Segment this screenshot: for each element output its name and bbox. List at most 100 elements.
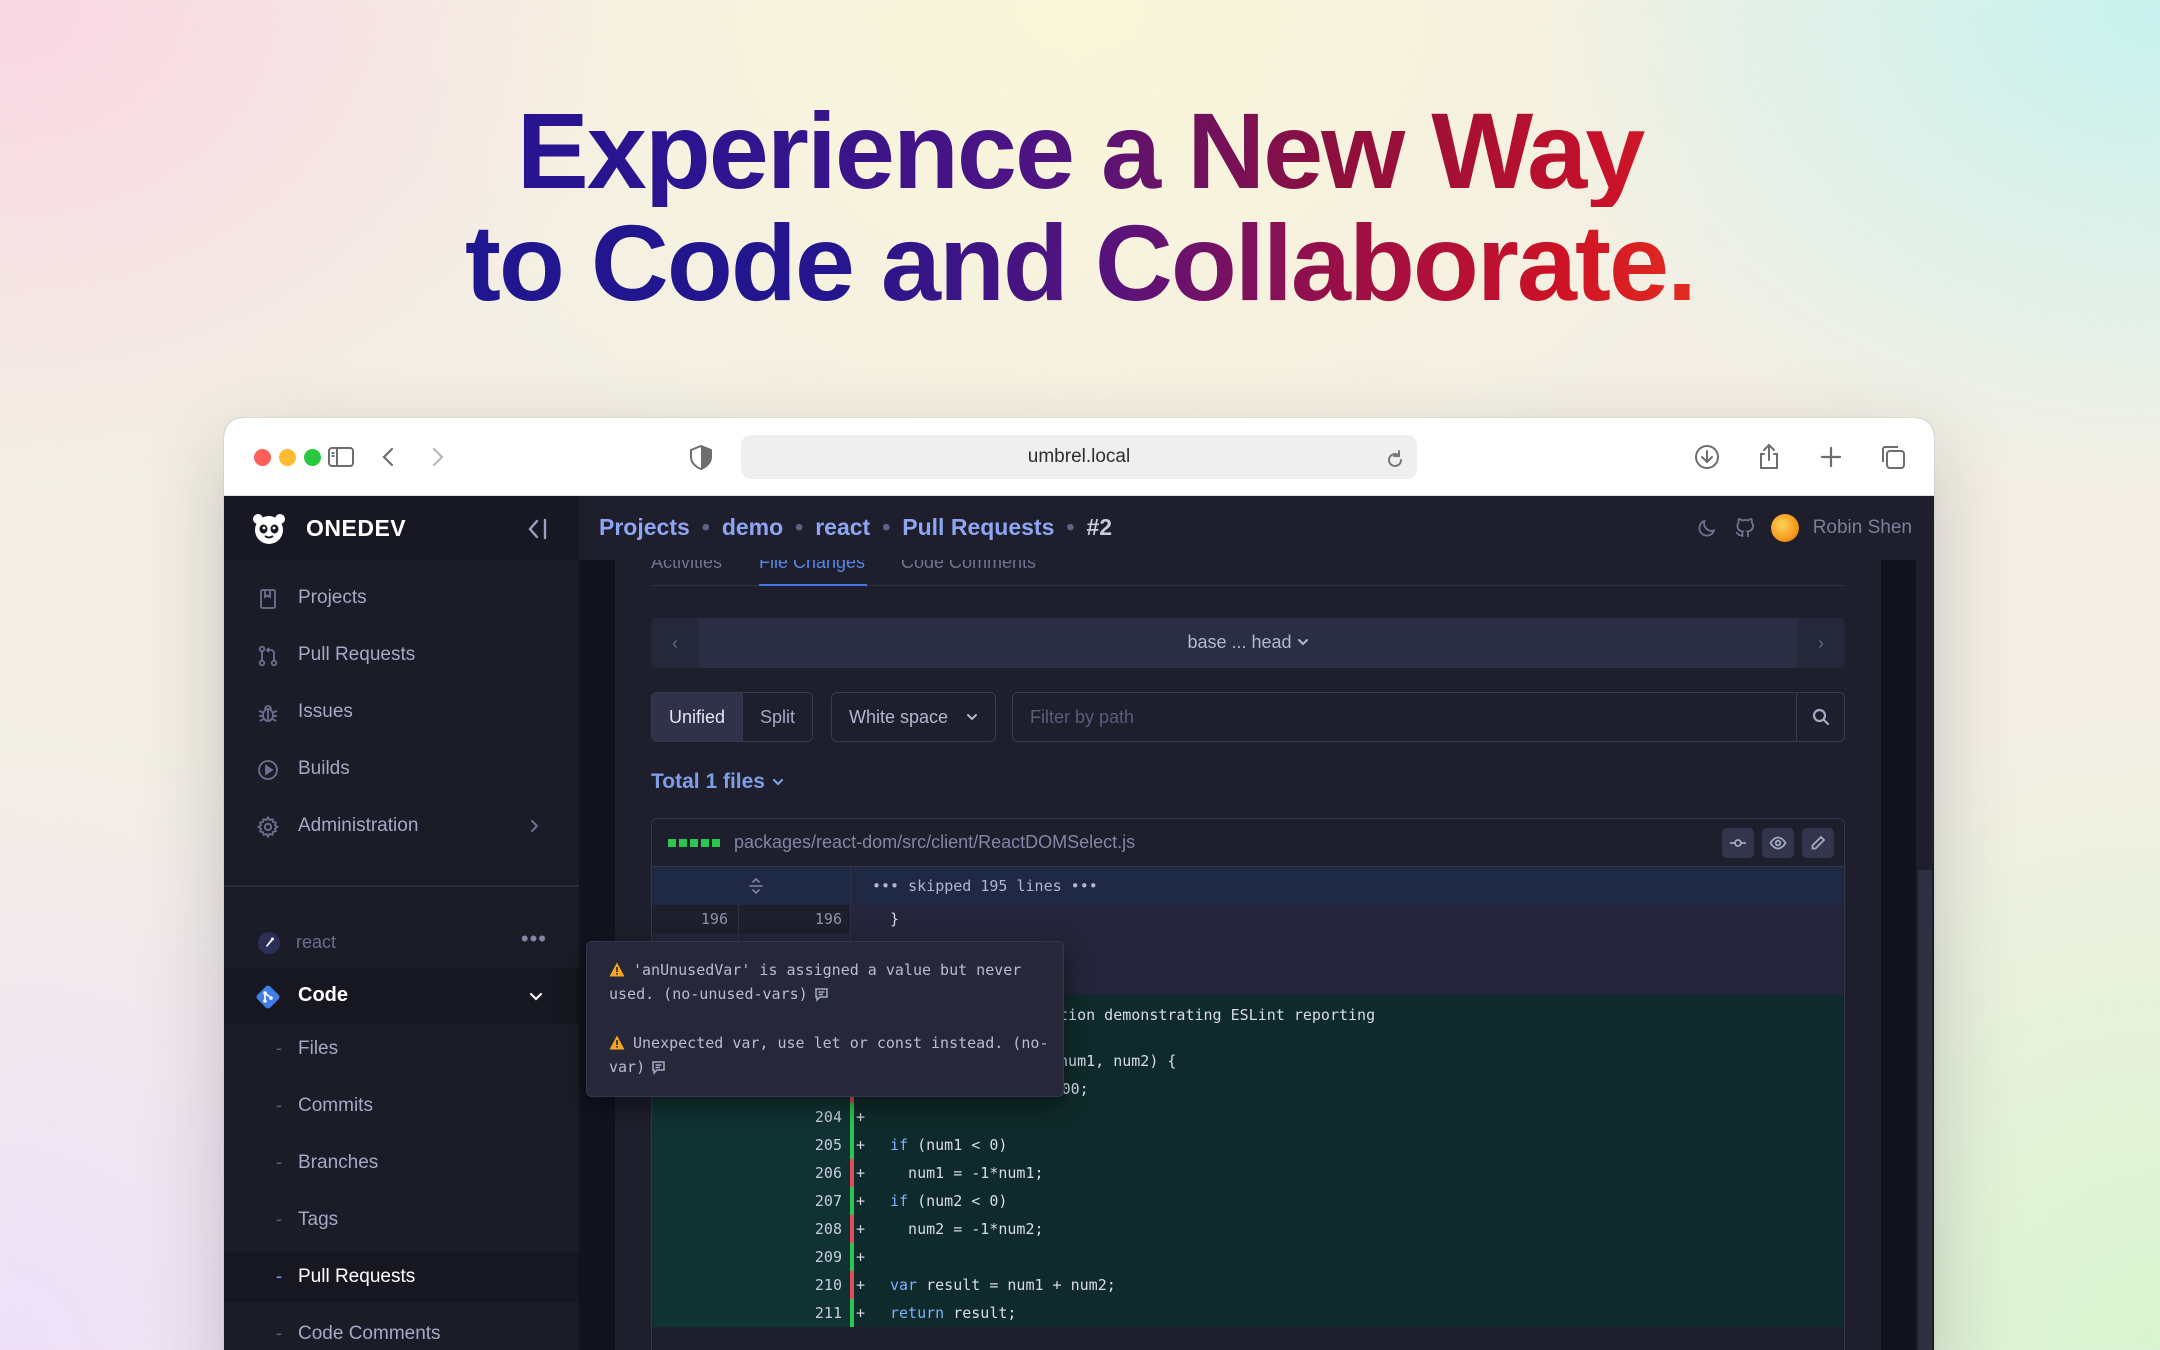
shield-icon[interactable] (686, 442, 716, 472)
diff-line-added: 205 + if (num1 < 0) (652, 1131, 1844, 1159)
whitespace-label: White space (849, 707, 949, 727)
warning-icon (609, 962, 625, 977)
sidebar-subitem-label: Branches (298, 1152, 379, 1173)
sidebar-item-label: Builds (298, 758, 350, 779)
header-actions: Robin Shen (1695, 514, 1912, 542)
filter-by-path (1012, 692, 1845, 742)
breadcrumb-projects[interactable]: Projects (599, 514, 690, 540)
lint-problem-entry: Unexpected var, use let or const instead… (609, 1031, 1049, 1079)
tab-activities[interactable]: Activities (651, 560, 722, 573)
bug-icon (258, 705, 278, 722)
file-diff-header: packages/react-dom/src/client/ReactDOMSe… (652, 819, 1844, 867)
sidebar-toggle-icon[interactable] (326, 442, 356, 472)
moon-icon[interactable] (1695, 516, 1719, 540)
address-bar[interactable]: umbrel.local (741, 435, 1417, 479)
split-button[interactable]: Split (742, 693, 813, 741)
diff-line-added: 204 + (652, 1103, 1844, 1131)
sidebar-subitem-branches[interactable]: - Branches (224, 1138, 579, 1188)
eye-icon[interactable] (1762, 828, 1794, 858)
back-icon[interactable] (374, 442, 404, 472)
search-button[interactable] (1796, 693, 1844, 741)
breadcrumb-demo[interactable]: demo (722, 514, 783, 540)
search-icon (1812, 708, 1830, 726)
sidebar-subitem-label: Files (298, 1038, 339, 1059)
diff-line-added: 209 + (652, 1243, 1844, 1271)
sidebar-item-pull-requests[interactable]: Pull Requests (224, 631, 579, 681)
book-icon (260, 589, 276, 609)
onedev-logo-icon[interactable] (251, 511, 287, 547)
collapse-sidebar-icon[interactable] (524, 516, 550, 542)
zoom-window-button[interactable] (304, 449, 321, 466)
sidebar-item-administration[interactable]: Administration (224, 802, 579, 852)
minimize-window-button[interactable] (279, 449, 296, 466)
forward-icon[interactable] (422, 442, 452, 472)
sidebar-item-projects[interactable]: Projects (224, 574, 579, 624)
diff-line-added: 211 + return result; (652, 1299, 1844, 1327)
new-tab-icon[interactable] (1816, 442, 1846, 472)
sidebar-subitem-label: Commits (298, 1095, 373, 1116)
pr-tabs: Activities File Changes Code Comments (651, 560, 1845, 586)
revision-selector: ‹ base ... head › (651, 618, 1845, 668)
expand-icon[interactable] (748, 878, 764, 894)
download-icon[interactable] (1692, 442, 1722, 472)
chevron-down-icon (772, 779, 784, 787)
gear-icon (256, 815, 280, 839)
scrollbar-thumb[interactable] (1918, 870, 1932, 1350)
breadcrumb-pull-requests[interactable]: Pull Requests (902, 514, 1054, 540)
sidebar-item-label: Administration (298, 815, 419, 836)
share-icon[interactable] (1754, 442, 1784, 472)
sidebar-subitem-code-comments[interactable]: - Code Comments (224, 1309, 579, 1350)
sidebar-subitem-commits[interactable]: - Commits (224, 1081, 579, 1131)
lint-problem-entry: 'anUnusedVar' is assigned a value but ne… (609, 958, 1049, 1006)
lint-problems-tooltip: 'anUnusedVar' is assigned a value but ne… (586, 941, 1064, 1097)
user-name[interactable]: Robin Shen (1813, 517, 1912, 539)
tab-file-changes[interactable]: File Changes (759, 560, 865, 573)
tab-overview-icon[interactable] (1878, 442, 1908, 472)
chevron-down-icon (1297, 639, 1308, 646)
diff-line-added: 207 + if (num2 < 0) (652, 1187, 1844, 1215)
sidebar-item-issues[interactable]: Issues (224, 688, 579, 738)
whitespace-dropdown[interactable]: White space (831, 692, 996, 742)
breadcrumb: Projects • demo • react • Pull Requests • #2 (599, 514, 1113, 540)
more-options-icon[interactable]: ••• (521, 926, 547, 952)
sidebar-divider (224, 885, 579, 887)
close-window-button[interactable] (254, 449, 271, 466)
breadcrumb-react[interactable]: react (815, 514, 870, 540)
sidebar-subitem-pull-requests[interactable]: - Pull Requests (224, 1252, 579, 1302)
file-path[interactable]: packages/react-dom/src/client/ReactDOMSe… (734, 832, 1135, 853)
project-name: react (296, 932, 337, 952)
sidebar-subitem-files[interactable]: - Files (224, 1024, 579, 1074)
reload-icon[interactable] (1383, 445, 1407, 469)
browser-titlebar: umbrel.local (224, 418, 1934, 496)
filter-path-input[interactable] (1013, 693, 1793, 741)
change-stats-blocks (668, 839, 720, 847)
sidebar-subitem-label: Code Comments (298, 1323, 441, 1344)
sidebar-subitem-label: Pull Requests (298, 1266, 416, 1287)
sidebar-item-label: Issues (298, 701, 353, 722)
commit-icon[interactable] (1722, 828, 1754, 858)
sidebar-subitem-label: Tags (298, 1209, 339, 1230)
project-avatar (258, 932, 280, 954)
github-icon[interactable] (1733, 516, 1757, 540)
scrollbar[interactable] (1916, 560, 1934, 1350)
edit-icon[interactable] (1802, 828, 1834, 858)
unified-button[interactable]: Unified (652, 693, 743, 741)
sidebar-item-builds[interactable]: Builds (224, 745, 579, 795)
logo-area: ONEDEV (224, 496, 579, 560)
user-avatar[interactable] (1770, 514, 1799, 542)
sidebar-item-code[interactable]: Code (224, 968, 579, 1024)
view-mode-toggle: Unified Split (651, 692, 814, 742)
comment-icon[interactable] (814, 987, 829, 1002)
chevron-right-icon (531, 820, 539, 832)
comment-icon[interactable] (651, 1060, 666, 1075)
sidebar-item-label: Pull Requests (298, 644, 416, 665)
total-files-toggle[interactable]: Total 1 files (651, 770, 785, 794)
sidebar-subitem-tags[interactable]: - Tags (224, 1195, 579, 1245)
sidebar-project-react[interactable]: react ••• (224, 918, 579, 968)
revision-range-dropdown[interactable]: base ... head (651, 632, 1845, 653)
tab-code-comments[interactable]: Code Comments (901, 560, 1036, 573)
browser-window: umbrel.local ONEDEV Projects • demo • re… (224, 418, 1934, 1350)
skipped-lines-row[interactable]: ••• skipped 195 lines ••• (652, 867, 1844, 905)
diff-line-added: 210 + var result = num1 + num2; (652, 1271, 1844, 1299)
next-revision-icon[interactable]: › (1797, 618, 1845, 668)
